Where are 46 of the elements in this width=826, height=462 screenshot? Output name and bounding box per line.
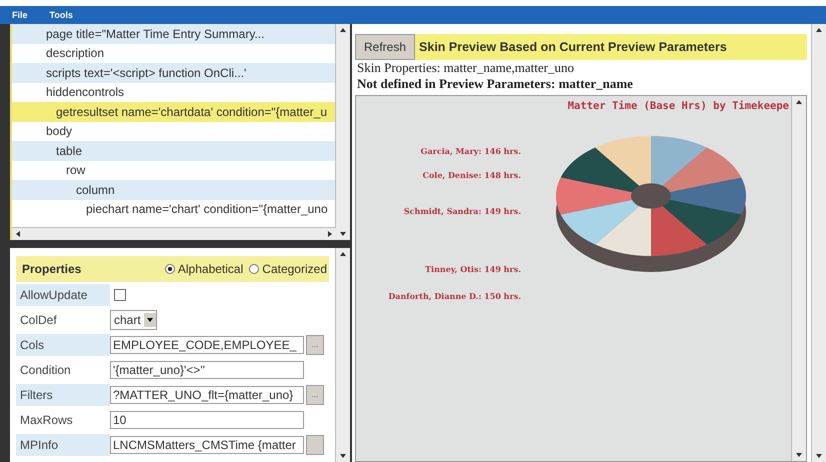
- tree-item[interactable]: getresultset name='chartdata' condition="{matter_u: [12, 102, 335, 122]
- tree-item[interactable]: page title="Matter Time Entry Summary...: [12, 24, 335, 44]
- chart-title: Matter Time (Base Hrs) by Timekeepe: [568, 100, 789, 112]
- property-name: Filters: [16, 384, 110, 406]
- properties-title: Properties: [22, 262, 82, 276]
- sort-radio[interactable]: Alphabetical: [164, 262, 244, 276]
- vertical-scrollbar[interactable]: [811, 24, 826, 462]
- radio-icon[interactable]: [249, 264, 260, 274]
- dropdown-icon: [144, 312, 156, 326]
- radio-icon[interactable]: [164, 264, 175, 274]
- pie-slice: [651, 136, 707, 186]
- slice-label: Schmidt, Sandra: 149 hrs.: [404, 206, 521, 216]
- sort-radio[interactable]: Categorized: [249, 262, 327, 276]
- slice-label: Danforth, Dianne D.: 150 hrs.: [388, 291, 521, 301]
- browse-button[interactable]: ...: [306, 334, 324, 354]
- vertical-scrollbar[interactable]: [791, 96, 806, 461]
- input-field[interactable]: ?MATTER_UNO_flt={matter_uno}: [110, 386, 304, 404]
- refresh-button[interactable]: Refresh: [355, 34, 416, 60]
- browse-button[interactable]: [306, 434, 324, 454]
- property-name: Cols: [16, 334, 110, 356]
- pie-slice: [595, 136, 651, 186]
- slice-label: Tinney, Otis: 149 hrs.: [425, 264, 521, 274]
- not-defined-text: Not defined in Preview Parameters: matter_name: [356, 76, 634, 92]
- checkbox[interactable]: [114, 288, 126, 300]
- tree-item[interactable]: table: [12, 141, 335, 160]
- vertical-scrollbar[interactable]: [335, 24, 350, 240]
- slice-label: Garcia, Mary: 146 hrs.: [420, 146, 521, 156]
- pie-slice: [651, 206, 707, 256]
- tree-item[interactable]: column: [12, 180, 335, 200]
- select-field[interactable]: chart: [110, 310, 157, 330]
- slice-label: Cole, Denise: 148 hrs.: [422, 170, 521, 180]
- skin-properties-text: Skin Properties: matter_name,matter_uno: [356, 60, 575, 76]
- property-name: MPInfo: [16, 434, 110, 456]
- input-field[interactable]: EMPLOYEE_CODE,EMPLOYEE_: [110, 336, 304, 354]
- pie-slice: [595, 206, 651, 256]
- menu-item[interactable]: File: [12, 10, 28, 20]
- horizontal-scrollbar[interactable]: [12, 227, 336, 240]
- input-field[interactable]: LNCMSMatters_CMSTime {matter: [110, 436, 304, 454]
- property-name: AllowUpdate: [16, 284, 110, 306]
- vertical-scrollbar[interactable]: [335, 248, 350, 462]
- preview-title: Skin Preview Based on Current Preview Parameters: [418, 40, 727, 54]
- tree-item[interactable]: scripts text='<script> function OnCli...': [12, 63, 335, 82]
- input-field[interactable]: 10: [110, 410, 304, 428]
- menu-item[interactable]: Tools: [50, 10, 73, 20]
- input-field[interactable]: '{matter_uno}'<>'': [110, 360, 304, 378]
- browse-button[interactable]: ...: [306, 384, 324, 404]
